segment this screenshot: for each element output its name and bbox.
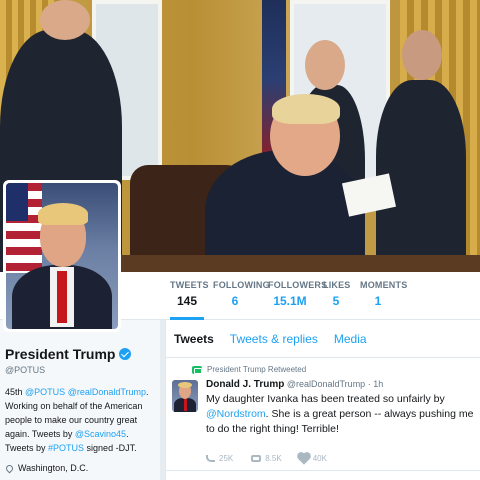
stat-tweets-value: 145	[176, 294, 198, 308]
tweet-header: Donald J. Trump @realDonaldTrump · 1h	[206, 379, 383, 390]
tweet-text: My daughter Ivanka has been treated so u…	[206, 392, 476, 437]
stat-followers-value: 15.1M	[273, 294, 307, 308]
retweet-context-icon	[192, 365, 202, 374]
bio-link-realdonaldtrump[interactable]: @realDonaldTrump	[68, 387, 146, 397]
tweet-mention-nordstrom[interactable]: @Nordstrom	[206, 408, 266, 420]
retweet-context: President Trump Retweeted	[192, 365, 306, 374]
profile-sidebar: President Trump @POTUS 45th @POTUS @real…	[0, 320, 160, 480]
twitter-profile-page: TWEETS 145 FOLLOWING 6 FOLLOWERS 15.1M L…	[0, 0, 480, 480]
bio-hashtag-potus[interactable]: #POTUS	[48, 443, 84, 453]
reply-count: 25K	[219, 454, 234, 463]
header-person-right-head	[402, 30, 442, 80]
tab-tweets-replies[interactable]: Tweets & replies	[230, 332, 318, 346]
bio-text: signed -DJT.	[84, 443, 137, 453]
profile-handle[interactable]: @POTUS	[5, 365, 155, 375]
retweet-button[interactable]: 8.5K	[251, 454, 282, 463]
tab-tweets[interactable]: Tweets	[174, 332, 214, 346]
timeline: Tweets Tweets & replies Media President …	[165, 320, 480, 480]
tweet-actions: 25K 8.5K 40K	[206, 452, 345, 465]
header-person-left-head	[40, 0, 90, 40]
stat-moments-label: MOMENTS	[360, 280, 408, 290]
avatar-hair	[38, 203, 88, 225]
location-pin-icon	[4, 463, 15, 473]
avatar-flag-canton	[6, 183, 28, 221]
profile-location: Washington, D.C.	[4, 463, 155, 473]
tweet-divider	[166, 470, 480, 471]
avatar	[6, 183, 118, 329]
header-desk	[120, 255, 480, 272]
stat-followers-label: FOLLOWERS	[268, 280, 328, 290]
stat-following-value: 6	[231, 294, 239, 308]
like-count: 40K	[312, 454, 327, 463]
profile-name-row: President Trump	[5, 346, 155, 362]
retweet-context-label[interactable]: President Trump Retweeted	[207, 365, 306, 374]
tweet-meta[interactable]: @realDonaldTrump · 1h	[287, 379, 383, 389]
stat-tweets-label: TWEETS	[170, 280, 209, 290]
tweet-author-avatar[interactable]	[172, 380, 198, 412]
stat-moments-value: 1	[374, 294, 382, 308]
tweet-item[interactable]: President Trump Retweeted Donald J. Trum…	[166, 358, 480, 480]
header-signer-hair	[272, 94, 340, 124]
stat-likes-label: LIKES	[323, 280, 351, 290]
bio-text: 45th	[5, 387, 26, 397]
avatar-tie	[57, 271, 67, 323]
reply-icon	[206, 455, 215, 462]
header-person-middle-head	[305, 40, 345, 90]
stat-tweets[interactable]: TWEETS 145	[170, 280, 209, 320]
verified-badge-icon	[119, 348, 132, 360]
tweet-avatar-tie	[184, 399, 187, 411]
heart-icon	[298, 452, 310, 465]
profile-location-text: Washington, D.C.	[18, 463, 89, 473]
stat-followers[interactable]: FOLLOWERS 15.1M	[268, 280, 328, 320]
bio-link-scavino45[interactable]: @Scavino45	[75, 429, 126, 439]
profile-avatar-frame[interactable]	[3, 180, 121, 332]
stat-following[interactable]: FOLLOWING 6	[213, 280, 270, 320]
tweet-avatar-hair	[178, 382, 192, 388]
stat-moments[interactable]: MOMENTS 1	[360, 280, 408, 320]
reply-button[interactable]: 25K	[206, 454, 233, 463]
tweet-text-part: My daughter Ivanka has been treated so u…	[206, 393, 445, 405]
timeline-tabs: Tweets Tweets & replies Media	[166, 320, 480, 358]
stat-likes-value: 5	[332, 294, 340, 308]
retweet-count: 8.5K	[265, 454, 282, 463]
profile-name[interactable]: President Trump	[5, 346, 115, 362]
stat-likes[interactable]: LIKES 5	[323, 280, 351, 320]
retweet-icon	[251, 455, 262, 462]
stat-following-label: FOLLOWING	[213, 280, 270, 290]
like-button[interactable]: 40K	[298, 452, 327, 465]
tweet-author-name[interactable]: Donald J. Trump	[206, 379, 284, 390]
tab-media[interactable]: Media	[334, 332, 367, 346]
profile-bio: 45th @POTUS @realDonaldTrump. Working on…	[5, 385, 155, 455]
bio-link-potus[interactable]: @POTUS	[25, 387, 65, 397]
